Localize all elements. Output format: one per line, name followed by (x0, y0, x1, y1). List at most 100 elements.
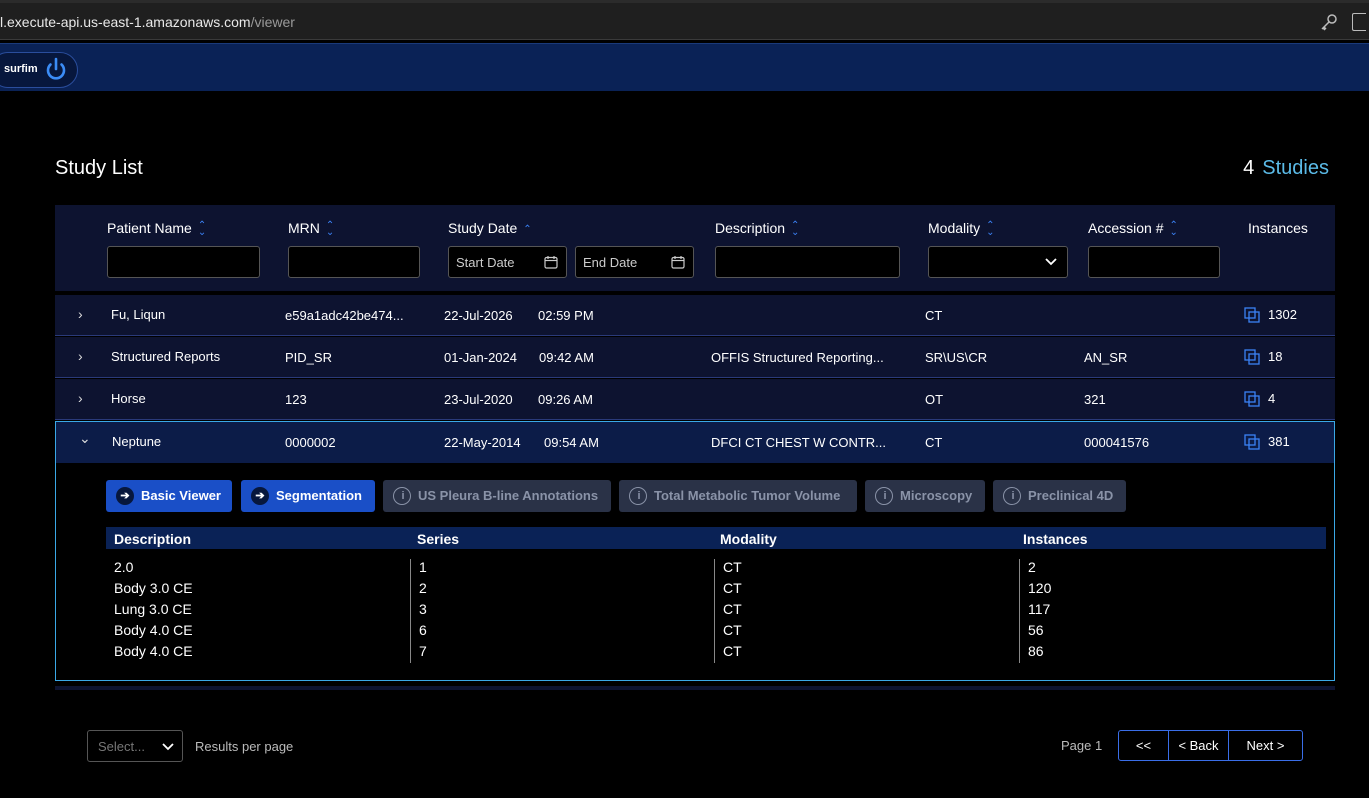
mrn: 123 (285, 392, 307, 407)
study-row[interactable]: › Horse 123 23-Jul-2020 09:26 AM OT 321 … (55, 379, 1335, 420)
series-row[interactable]: 2.0 1 CT 2 (106, 559, 1326, 580)
accession-filter[interactable] (1088, 246, 1220, 278)
url-path: /viewer (250, 14, 295, 30)
series-instances: 2 (1028, 559, 1036, 575)
col-patient-name[interactable]: Patient Name ⌃ ⌄ (107, 220, 207, 239)
col-description[interactable]: Description ⌃ ⌄ (715, 220, 799, 238)
description: OFFIS Structured Reporting... (711, 350, 884, 365)
start-date-placeholder: Start Date (456, 255, 515, 270)
series-row[interactable]: Lung 3.0 CE 3 CT 117 (106, 601, 1326, 622)
series-row[interactable]: Body 4.0 CE 7 CT 86 (106, 643, 1326, 664)
power-icon[interactable] (42, 56, 70, 84)
col-description-label: Description (715, 220, 786, 236)
series-stack-icon (1244, 434, 1260, 450)
series-col-description: Description (114, 531, 192, 547)
mrn: e59a1adc42be474... (285, 308, 404, 323)
col-mrn[interactable]: MRN ⌃ ⌄ (288, 220, 334, 238)
modality: OT (925, 392, 944, 407)
sort-icon: ⌃ ⌄ (1169, 220, 1178, 239)
col-mrn-label: MRN (288, 220, 320, 236)
series-description: Body 3.0 CE (114, 580, 193, 596)
sort-icon: ⌃ ⌄ (197, 220, 207, 239)
instances: 18 (1268, 349, 1283, 364)
col-study-date[interactable]: Study Date ⌃ (448, 220, 532, 236)
app-header: surfim (0, 43, 1369, 91)
series-row[interactable]: Body 4.0 CE 6 CT 56 (106, 622, 1326, 643)
series-number: 3 (419, 601, 427, 617)
info-icon: i (393, 487, 411, 505)
first-page-button[interactable]: << (1119, 731, 1169, 760)
mrn: 0000002 (285, 435, 336, 450)
series-table-header: Description Series Modality Instances (106, 527, 1326, 549)
patient-name: Horse (111, 391, 146, 406)
series-stack-icon (1244, 307, 1260, 323)
collapse-chevron-icon[interactable]: ⌄ (79, 430, 91, 447)
arrow-right-icon: ➔ (251, 487, 269, 505)
results-per-page-label: Results per page (195, 739, 294, 754)
series-modality: CT (723, 580, 742, 596)
col-accession-label: Accession # (1088, 220, 1164, 236)
series-stack-icon (1244, 349, 1260, 365)
key-icon[interactable] (1320, 13, 1338, 31)
study-row[interactable]: › Structured Reports PID_SR 01-Jan-2024 … (55, 337, 1335, 378)
expand-chevron-icon[interactable]: › (78, 306, 83, 322)
pagination: << < Back Next > (1118, 730, 1303, 761)
info-icon: i (629, 487, 647, 505)
description: DFCI CT CHEST W CONTR... (711, 435, 887, 450)
segmentation-button[interactable]: ➔ Segmentation (241, 480, 375, 512)
microscopy-label: Microscopy (900, 488, 973, 503)
study-details-panel: ➔ Basic Viewer ➔ Segmentation i US Pleura B… (55, 463, 1335, 681)
modality: CT (925, 308, 943, 323)
back-button[interactable]: < Back (1169, 731, 1229, 760)
col-accession[interactable]: Accession # ⌃ ⌄ (1088, 220, 1178, 239)
chevron-down-icon (1045, 258, 1057, 266)
series-modality: CT (723, 622, 742, 638)
instances: 1302 (1268, 307, 1297, 322)
mrn: PID_SR (285, 350, 332, 365)
series-row[interactable]: Body 3.0 CE 2 CT 120 (106, 580, 1326, 601)
series-col-series: Series (417, 531, 460, 547)
tmtv-label: Total Metabolic Tumor Volume (654, 488, 841, 503)
study-row[interactable]: › Fu, Liqun e59a1adc42be474... 22-Jul-20… (55, 295, 1335, 336)
expand-chevron-icon[interactable]: › (78, 348, 83, 364)
tmtv-button[interactable]: i Total Metabolic Tumor Volume (619, 480, 857, 512)
instances: 381 (1268, 434, 1290, 449)
start-date-filter[interactable]: Start Date (448, 246, 567, 278)
calendar-icon (544, 256, 558, 269)
end-date-placeholder: End Date (583, 255, 638, 270)
sidebar-toggle-icon[interactable] (1352, 13, 1366, 31)
url-host: l.execute-api.us-east-1.amazonaws.com (0, 14, 251, 30)
url-field[interactable]: l.execute-api.us-east-1.amazonaws.com/vi… (0, 14, 295, 30)
modality-filter[interactable] (928, 246, 1068, 278)
expand-chevron-icon[interactable]: › (78, 390, 83, 406)
next-button[interactable]: Next > (1229, 731, 1302, 760)
us-pleura-label: US Pleura B-line Annotations (418, 488, 599, 503)
series-modality: CT (723, 643, 742, 659)
microscopy-button[interactable]: i Microscopy (865, 480, 985, 512)
us-pleura-button[interactable]: i US Pleura B-line Annotations (383, 480, 611, 512)
results-per-page-select[interactable]: Select... (87, 730, 183, 762)
end-date-filter[interactable]: End Date (575, 246, 694, 278)
description-filter[interactable] (715, 246, 900, 278)
page-title: Study List (55, 157, 143, 179)
series-number: 2 (419, 580, 427, 596)
mrn-filter[interactable] (288, 246, 420, 278)
series-instances: 117 (1028, 601, 1051, 617)
patient-name-filter[interactable] (107, 246, 260, 278)
accession: 321 (1084, 392, 1106, 407)
patient-name: Neptune (112, 434, 162, 449)
table-bottom-border (55, 686, 1335, 690)
series-description: Body 4.0 CE (114, 643, 193, 659)
study-row-selected[interactable]: ⌄ Neptune 0000002 22-May-2014 09:54 AM D… (55, 421, 1335, 463)
series-instances: 86 (1028, 643, 1044, 659)
col-modality[interactable]: Modality ⌃ ⌄ (928, 220, 995, 238)
basic-viewer-button[interactable]: ➔ Basic Viewer (106, 480, 232, 512)
patient-name: Fu, Liqun (111, 307, 166, 322)
modality: SR\US\CR (925, 350, 988, 365)
series-col-instances: Instances (1023, 531, 1088, 547)
series-modality: CT (723, 601, 742, 617)
series-description: Lung 3.0 CE (114, 601, 192, 617)
series-col-modality: Modality (720, 531, 777, 547)
preclinical-4d-button[interactable]: i Preclinical 4D (993, 480, 1126, 512)
series-number: 1 (419, 559, 427, 575)
